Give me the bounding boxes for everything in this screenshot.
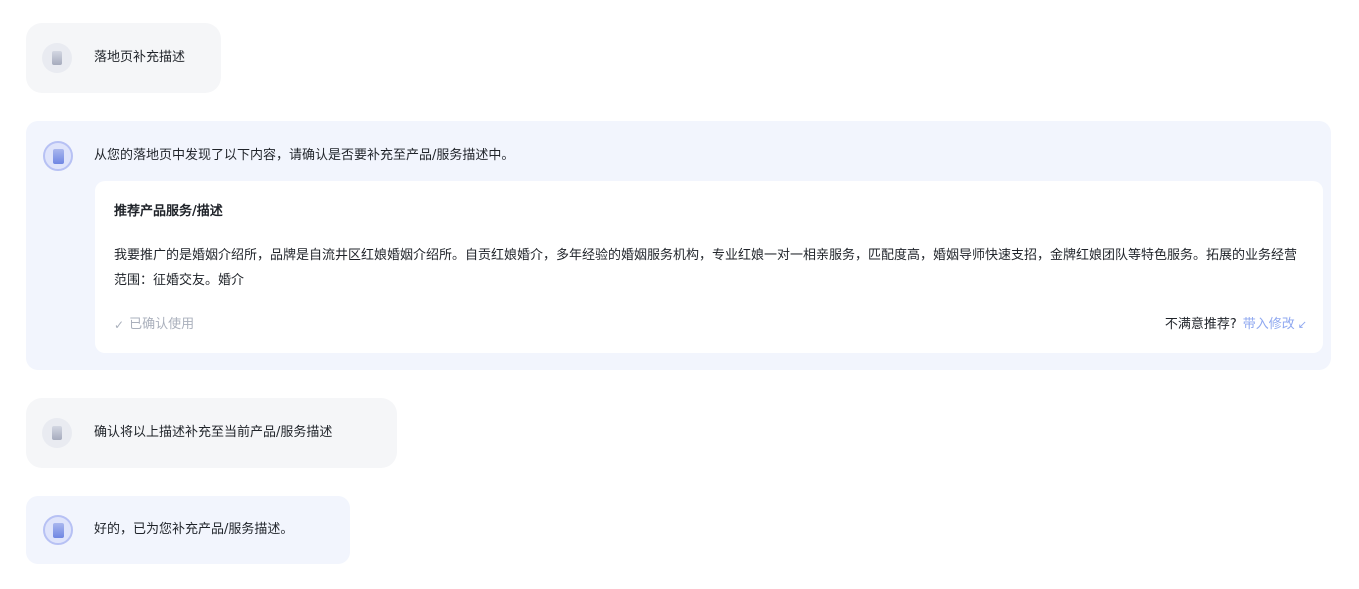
edit-link[interactable]: 带入修改 [1243, 316, 1295, 334]
message-text: 好的，已为您补充产品/服务描述。 [94, 522, 294, 537]
assistant-avatar-icon [43, 515, 73, 545]
user-avatar-icon [42, 43, 72, 73]
user-avatar-glyph [52, 51, 62, 65]
message-text: 落地页补充描述 [94, 50, 186, 65]
confirmed-label: 已确认使用 [129, 317, 195, 332]
card-description: 我要推广的是婚姻介绍所，品牌是自流井区红娘婚姻介绍所。自贡红娘婚介，多年经验的婚… [114, 248, 1298, 288]
confirmed-status: ✓ 已确认使用 [114, 316, 194, 334]
assistant-message: 从您的落地页中发现了以下内容，请确认是否要补充至产品/服务描述中。 推荐产品服务… [26, 121, 1331, 370]
recommendation-card: 推荐产品服务/描述 我要推广的是婚姻介绍所，品牌是自流井区红娘婚姻介绍所。自贡红… [95, 181, 1323, 353]
check-icon: ✓ [114, 318, 125, 332]
assistant-message: 好的，已为您补充产品/服务描述。 [26, 496, 350, 564]
message-text: 确认将以上描述补充至当前产品/服务描述 [94, 425, 333, 440]
card-title: 推荐产品服务/描述 [114, 204, 223, 219]
user-avatar-icon [42, 418, 72, 448]
feedback-question: 不满意推荐? [1164, 317, 1237, 332]
message-text: 从您的落地页中发现了以下内容，请确认是否要补充至产品/服务描述中。 [94, 148, 515, 163]
feedback-area: 不满意推荐? 带入修改 ↙ [1165, 316, 1307, 334]
user-message: 确认将以上描述补充至当前产品/服务描述 [26, 398, 397, 468]
assistant-avatar-glyph [52, 522, 64, 538]
assistant-avatar-icon [43, 141, 73, 171]
user-message: 落地页补充描述 [26, 23, 221, 93]
user-avatar-glyph [52, 426, 62, 440]
arrow-down-left-icon[interactable]: ↙ [1298, 316, 1307, 334]
assistant-avatar-glyph [52, 148, 64, 164]
